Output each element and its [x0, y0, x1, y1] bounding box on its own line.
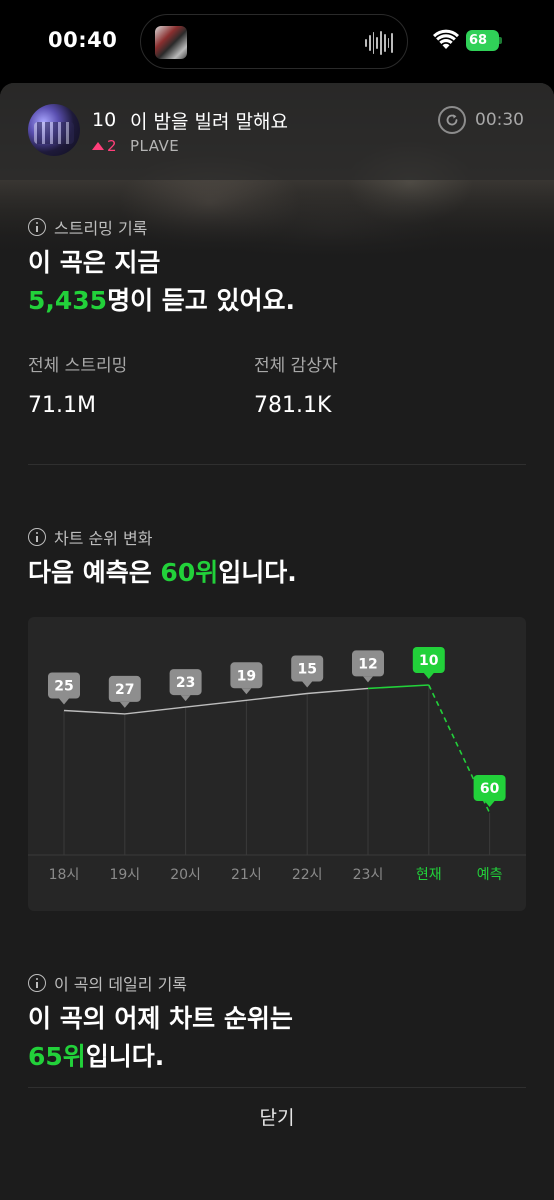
data-label-pointer	[180, 695, 191, 702]
data-label-pointer	[119, 701, 130, 708]
data-label: 10	[419, 653, 439, 669]
x-tick-label: 23시	[353, 867, 384, 883]
battery-charging-icon: 68	[466, 30, 502, 51]
data-label: 12	[358, 656, 377, 672]
info-icon[interactable]	[28, 974, 46, 992]
predicted-rank: 60위	[160, 558, 219, 587]
info-icon[interactable]	[28, 528, 46, 546]
section-divider	[28, 464, 526, 465]
data-label-pointer	[59, 698, 69, 705]
wifi-icon	[433, 29, 459, 51]
artist-name: PLAVE	[130, 137, 180, 155]
rank-chart: 25 18시 27 19시 23 20시 19 21시 15 22시 12 23시 10 현재 60 예측	[28, 617, 526, 911]
daily-headline: 이 곡의 어제 차트 순위는 65위입니다.	[28, 1004, 293, 1071]
replay-icon[interactable]	[438, 106, 466, 134]
album-art	[28, 104, 80, 156]
data-label-pointer	[241, 688, 252, 695]
current-rank: 10	[92, 109, 117, 131]
status-bar: 00:40 68	[0, 0, 554, 82]
now-playing-bar[interactable]: 10 이 밤을 빌려 말해요 2 PLAVE 00:30	[0, 83, 554, 180]
status-time: 00:40	[48, 28, 118, 52]
daily-section-label: 이 곡의 데일리 기록	[28, 971, 187, 995]
battery-level: 68	[469, 33, 488, 48]
rank-chart-svg: 25 18시 27 19시 23 20시 19 21시 15 22시 12 23시 10 현재 60 예측	[28, 647, 526, 883]
rank-change-section-label: 차트 순위 변화	[28, 525, 153, 549]
data-label-pointer	[484, 801, 495, 807]
song-detail-sheet: 10 이 밤을 빌려 말해요 2 PLAVE 00:30 스트리밍 기록 이 곡…	[0, 83, 554, 1200]
total-listeners-value: 781.1K	[254, 393, 332, 418]
total-streams-value: 71.1M	[28, 393, 96, 418]
rank-up-icon	[92, 142, 104, 150]
data-label: 15	[297, 662, 316, 678]
prediction-headline: 다음 예측은 60위입니다.	[28, 558, 297, 587]
data-label-pointer	[302, 681, 313, 688]
yesterday-rank: 65위	[28, 1042, 86, 1071]
dynamic-island[interactable]	[140, 14, 408, 69]
rank-change-value: 2	[107, 137, 117, 155]
streaming-headline: 이 곡은 지금 5,435명이 듣고 있어요.	[28, 248, 295, 315]
rank-change-badge: 2	[92, 137, 117, 155]
song-title: 이 밤을 빌려 말해요	[130, 111, 288, 133]
data-label-pointer	[363, 676, 373, 683]
total-listeners-label: 전체 감상자	[254, 356, 338, 376]
close-button[interactable]: 닫기	[0, 1088, 554, 1148]
listeners-now: 5,435	[28, 286, 108, 315]
x-tick-label: 21시	[231, 867, 262, 883]
x-tick-label: 20시	[170, 867, 201, 883]
data-label: 25	[54, 679, 73, 695]
info-icon[interactable]	[28, 218, 46, 236]
x-tick-label: 예측	[477, 867, 503, 883]
island-album-art	[155, 26, 187, 59]
x-tick-label: 22시	[292, 867, 323, 883]
x-tick-label: 현재	[416, 867, 442, 883]
data-label-pointer	[423, 673, 434, 679]
x-tick-label: 19시	[109, 867, 140, 883]
audio-waveform-icon	[365, 30, 393, 56]
data-label: 23	[176, 675, 195, 691]
current-segment-line	[367, 684, 429, 690]
data-label: 60	[480, 781, 500, 797]
total-streams-label: 전체 스트리밍	[28, 356, 128, 376]
preview-duration: 00:30	[475, 110, 524, 130]
data-label: 19	[237, 668, 256, 684]
data-label: 27	[115, 682, 134, 698]
x-tick-label: 18시	[49, 867, 80, 883]
streaming-section-label: 스트리밍 기록	[28, 215, 147, 239]
